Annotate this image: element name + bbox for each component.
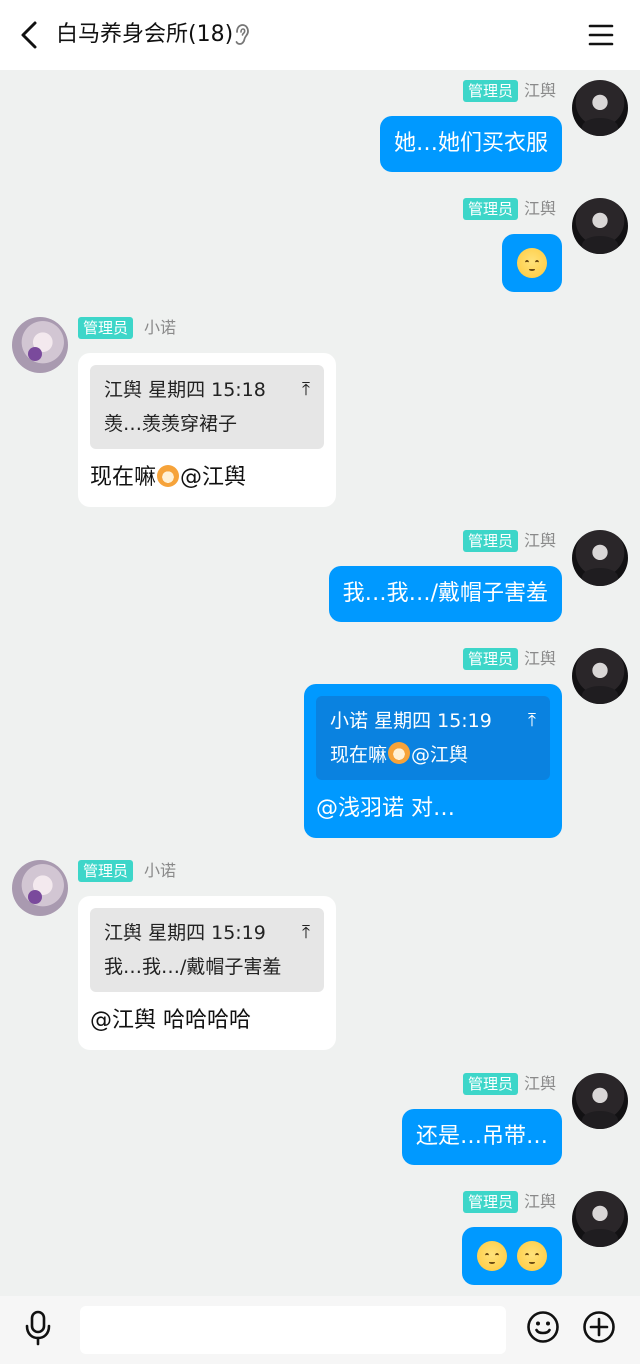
chat-title[interactable]: 白马养身会所(18) xyxy=(56,19,233,51)
quote-time: 星期四 15:19 xyxy=(374,710,492,732)
sender-name: 江舆 xyxy=(523,81,556,100)
tiger-emoji-icon xyxy=(388,742,411,764)
avatar[interactable] xyxy=(572,648,628,704)
quoted-message[interactable]: 小诺 星期四 15:19 ⤒ 现在嘛 @江舆 xyxy=(316,696,550,780)
role-badge: 管理员 xyxy=(462,1191,518,1213)
message-input[interactable] xyxy=(80,1306,506,1354)
quoted-message[interactable]: 江舆 星期四 15:19 ⤒ 我…我…/戴帽子害羞 xyxy=(90,908,324,992)
message-text: @江舆 哈哈哈哈 xyxy=(90,1008,251,1033)
role-badge: 管理员 xyxy=(462,530,518,552)
message-row: 管理员 小诺 江舆 星期四 15:18 ⤒ 羡…羡羡穿裙子 现在嘛 @江舆 xyxy=(0,317,640,507)
quote-author: 小诺 xyxy=(330,710,369,732)
avatar[interactable] xyxy=(572,80,628,136)
role-badge: 管理员 xyxy=(78,317,134,339)
sender-name: 小诺 xyxy=(144,861,177,880)
quote-author: 江舆 xyxy=(104,379,143,401)
top-bar: 白马养身会所(18) xyxy=(0,0,640,70)
message-row: 管理员 江舆 xyxy=(0,1191,640,1291)
avatar[interactable] xyxy=(572,198,628,254)
avatar[interactable] xyxy=(12,317,68,373)
sender-name: 小诺 xyxy=(144,318,177,337)
avatar[interactable] xyxy=(12,860,68,916)
chevron-left-icon[interactable] xyxy=(14,18,44,52)
message-bubble[interactable]: 小诺 星期四 15:19 ⤒ 现在嘛 @江舆 @浅羽诺 对… xyxy=(304,684,562,838)
pleading-face-icon xyxy=(517,248,547,278)
quote-time: 星期四 15:18 xyxy=(148,379,266,401)
pleading-face-icon xyxy=(477,1241,507,1271)
role-badge: 管理员 xyxy=(462,648,518,670)
role-badge: 管理员 xyxy=(462,198,518,220)
message-row: 管理员 江舆 还是…吊带… xyxy=(0,1073,640,1173)
message-row: 管理员 江舆 xyxy=(0,198,640,298)
avatar[interactable] xyxy=(572,1073,628,1129)
plus-circle-icon[interactable] xyxy=(582,1310,616,1344)
ear-icon xyxy=(232,23,252,47)
avatar[interactable] xyxy=(572,530,628,586)
tiger-emoji-icon xyxy=(157,465,180,487)
smiley-icon[interactable] xyxy=(526,1310,560,1344)
quote-text: 现在嘛 @江舆 xyxy=(330,742,469,766)
message-row: 管理员 江舆 她…她们买衣服 xyxy=(0,80,640,180)
quoted-message[interactable]: 江舆 星期四 15:18 ⤒ 羡…羡羡穿裙子 xyxy=(90,365,324,449)
sender-name: 江舆 xyxy=(523,1074,556,1093)
microphone-icon[interactable] xyxy=(22,1310,54,1346)
menu-icon[interactable] xyxy=(586,20,616,50)
role-badge: 管理员 xyxy=(462,1073,518,1095)
message-bubble[interactable]: 江舆 星期四 15:18 ⤒ 羡…羡羡穿裙子 现在嘛 @江舆 xyxy=(78,353,336,507)
sender-name: 江舆 xyxy=(523,649,556,668)
quote-author: 江舆 xyxy=(104,922,143,944)
jump-to-message-icon[interactable]: ⤒ xyxy=(302,373,310,407)
sender-name: 江舆 xyxy=(523,531,556,550)
message-row: 管理员 江舆 小诺 星期四 15:19 ⤒ 现在嘛 @江舆 @浅羽诺 对… xyxy=(0,648,640,838)
quote-text: 我…我…/戴帽子害羞 xyxy=(104,956,282,978)
jump-to-message-icon[interactable]: ⤒ xyxy=(528,704,536,738)
message-bubble[interactable]: 她…她们买衣服 xyxy=(379,116,562,172)
avatar[interactable] xyxy=(572,1191,628,1247)
message-bubble[interactable] xyxy=(462,1227,562,1285)
input-bar xyxy=(0,1296,640,1364)
role-badge: 管理员 xyxy=(462,80,518,102)
sender-name: 江舆 xyxy=(523,1192,556,1211)
jump-to-message-icon[interactable]: ⤒ xyxy=(302,916,310,950)
message-row: 管理员 江舆 我…我…/戴帽子害羞 xyxy=(0,530,640,630)
message-bubble[interactable] xyxy=(502,234,562,292)
role-badge: 管理员 xyxy=(78,860,134,882)
message-bubble[interactable]: 还是…吊带… xyxy=(401,1109,562,1165)
message-bubble[interactable]: 我…我…/戴帽子害羞 xyxy=(328,566,562,622)
message-bubble[interactable]: 江舆 星期四 15:19 ⤒ 我…我…/戴帽子害羞 @江舆 哈哈哈哈 xyxy=(78,896,336,1050)
message-row: 管理员 小诺 江舆 星期四 15:19 ⤒ 我…我…/戴帽子害羞 @江舆 哈哈哈… xyxy=(0,860,640,1050)
sender-name: 江舆 xyxy=(523,199,556,218)
quote-time: 星期四 15:19 xyxy=(148,922,266,944)
message-text: 现在嘛 @江舆 xyxy=(90,465,247,490)
pleading-face-icon xyxy=(517,1241,547,1271)
quote-text: 羡…羡羡穿裙子 xyxy=(104,413,238,435)
message-text: @浅羽诺 对… xyxy=(316,796,455,821)
